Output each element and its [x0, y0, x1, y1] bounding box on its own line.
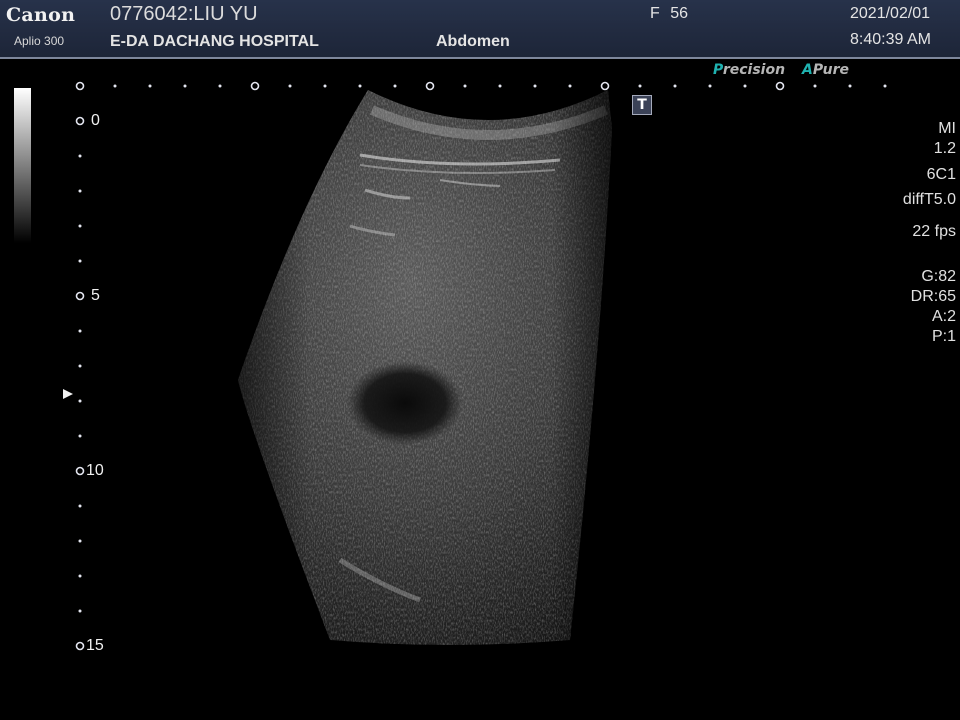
ultrasound-image — [75, 81, 887, 651]
lateral-scale — [75, 81, 785, 91]
gain-value: G:82 — [921, 268, 956, 285]
a-value: A:2 — [931, 308, 956, 325]
lateral-major-tick — [75, 81, 85, 91]
mi-value: 1.2 — [933, 140, 956, 157]
lateral-major-tick — [600, 81, 610, 91]
focus-marker-icon[interactable] — [63, 389, 73, 399]
depth-label-0: 0 — [91, 112, 100, 129]
sector-image — [238, 90, 612, 645]
harmonic-mode: diffT5.0 — [902, 191, 956, 208]
depth-major-tick — [75, 466, 85, 476]
depth-major-tick — [75, 641, 85, 651]
probe-name: 6C1 — [926, 166, 956, 183]
depth-minor-ticks — [78, 154, 82, 613]
lateral-major-tick — [425, 81, 435, 91]
p-value: P:1 — [931, 328, 956, 345]
depth-scale — [75, 116, 85, 651]
lateral-major-tick — [250, 81, 260, 91]
frame-rate: 22 fps — [912, 223, 956, 240]
lateral-major-tick — [775, 81, 785, 91]
depth-label-15: 15 — [86, 637, 104, 654]
mi-label: MI — [938, 120, 956, 137]
depth-major-tick — [75, 291, 85, 301]
depth-label-10: 10 — [86, 462, 104, 479]
dynamic-range-value: DR:65 — [910, 288, 956, 305]
lateral-minor-ticks — [113, 84, 887, 88]
depth-major-tick — [75, 116, 85, 126]
transducer-orientation-icon[interactable]: T — [632, 95, 652, 115]
depth-label-5: 5 — [91, 287, 100, 304]
